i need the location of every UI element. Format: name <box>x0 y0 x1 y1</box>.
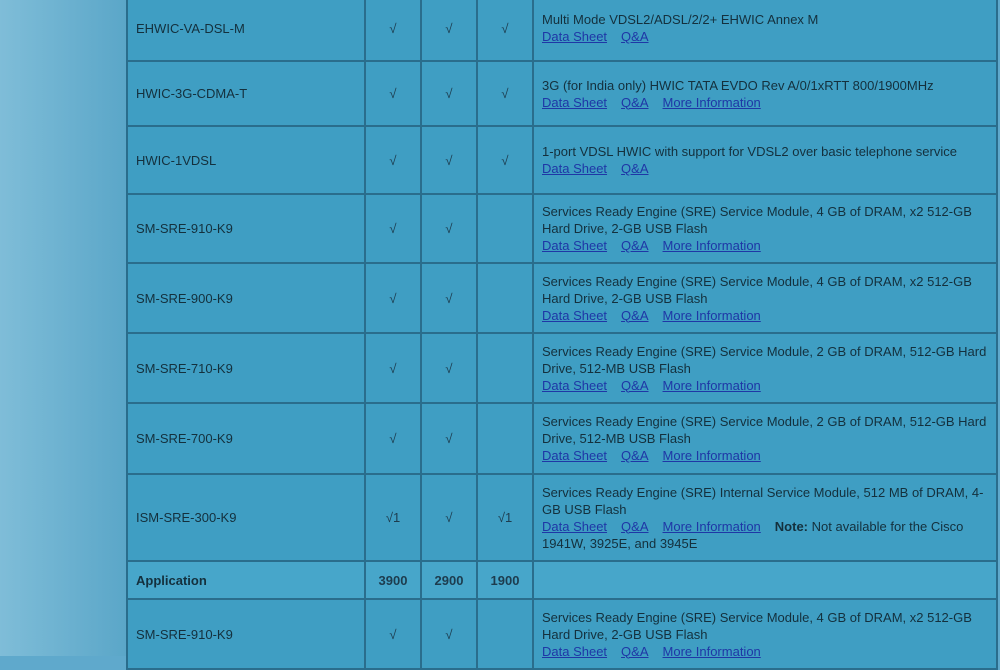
data-sheet-link[interactable]: Data Sheet <box>542 95 607 110</box>
qa-link[interactable]: Q&A <box>621 161 648 176</box>
product-id: SM-SRE-910-K9 <box>126 193 366 264</box>
support-check: √1 <box>476 473 534 562</box>
support-check <box>476 402 534 475</box>
support-check <box>476 193 534 264</box>
more-information-link[interactable]: More Information <box>663 448 761 463</box>
product-id: EHWIC-VA-DSL-M <box>126 0 366 62</box>
description-cell: 1-port VDSL HWIC with support for VDSL2 … <box>532 125 998 195</box>
description-cell: Multi Mode VDSL2/ADSL/2/2+ EHWIC Annex M… <box>532 0 998 62</box>
table-row: HWIC-1VDSL √ √ √ 1-port VDSL HWIC with suppo… <box>126 125 998 195</box>
table-row: SM-SRE-910-K9 √ √ Services Ready Engine (SR… <box>126 193 998 264</box>
qa-link[interactable]: Q&A <box>621 29 648 44</box>
support-check: √ <box>364 125 422 195</box>
support-check: √ <box>420 262 478 334</box>
description: Services Ready Engine (SRE) Service Modu… <box>542 343 987 376</box>
support-check: √ <box>364 0 422 62</box>
description-cell: Services Ready Engine (SRE) Service Modu… <box>532 598 998 670</box>
description-cell: Services Ready Engine (SRE) Internal Ser… <box>532 473 998 562</box>
header-platform: 1900 <box>476 560 534 600</box>
more-information-link[interactable]: More Information <box>663 378 761 393</box>
qa-link[interactable]: Q&A <box>621 448 648 463</box>
description-cell: 3G (for India only) HWIC TATA EVDO Rev A… <box>532 60 998 127</box>
qa-link[interactable]: Q&A <box>621 519 648 534</box>
page-margin <box>0 0 128 656</box>
support-check <box>476 262 534 334</box>
support-check: √ <box>420 0 478 62</box>
description-cell: Services Ready Engine (SRE) Service Modu… <box>532 193 998 264</box>
support-check: √ <box>364 60 422 127</box>
support-check <box>476 598 534 670</box>
product-id: SM-SRE-910-K9 <box>126 598 366 670</box>
qa-link[interactable]: Q&A <box>621 95 648 110</box>
data-sheet-link[interactable]: Data Sheet <box>542 448 607 463</box>
support-check: √ <box>420 402 478 475</box>
description-cell: Services Ready Engine (SRE) Service Modu… <box>532 332 998 404</box>
table-row: SM-SRE-900-K9 √ √ Services Ready Engine (SR… <box>126 262 998 334</box>
support-check: √ <box>364 262 422 334</box>
support-check: √ <box>420 193 478 264</box>
more-information-link[interactable]: More Information <box>663 308 761 323</box>
table-row: EHWIC-VA-DSL-M √ √ √ Multi Mode VDSL2/ADSL/2… <box>126 0 998 62</box>
product-id: SM-SRE-710-K9 <box>126 332 366 404</box>
description: 1-port VDSL HWIC with support for VDSL2 … <box>542 144 957 159</box>
description: 3G (for India only) HWIC TATA EVDO Rev A… <box>542 77 934 93</box>
data-sheet-link[interactable]: Data Sheet <box>542 644 607 659</box>
data-sheet-link[interactable]: Data Sheet <box>542 308 607 323</box>
support-check: √1 <box>364 473 422 562</box>
support-check: √ <box>420 60 478 127</box>
product-id: ISM-SRE-300-K9 <box>126 473 366 562</box>
description: Services Ready Engine (SRE) Service Modu… <box>542 273 972 306</box>
description: Services Ready Engine (SRE) Service Modu… <box>542 414 987 446</box>
description-cell: Services Ready Engine (SRE) Service Modu… <box>532 262 998 334</box>
more-information-link[interactable]: More Information <box>663 95 761 110</box>
description: Services Ready Engine (SRE) Service Modu… <box>542 204 972 236</box>
support-check: √ <box>364 402 422 475</box>
module-table: EHWIC-VA-DSL-M √ √ √ Multi Mode VDSL2/ADSL/2… <box>126 0 998 670</box>
table-row: SM-SRE-910-K9 √ √ Services Ready Engine (SR… <box>126 598 998 670</box>
header-platform: 3900 <box>364 560 422 600</box>
data-sheet-link[interactable]: Data Sheet <box>542 29 607 44</box>
note-label: Note: <box>774 518 808 534</box>
support-check: √ <box>364 598 422 670</box>
support-check <box>476 332 534 404</box>
table-row: SM-SRE-700-K9 √ √ Services Ready Engine (SR… <box>126 402 998 475</box>
description: Services Ready Engine (SRE) Internal Ser… <box>542 484 984 517</box>
header-application: Application <box>126 560 366 600</box>
data-sheet-link[interactable]: Data Sheet <box>542 161 607 176</box>
more-information-link[interactable]: More Information <box>663 519 761 534</box>
table-row: ISM-SRE-300-K9 √1 √ √1 Services Ready Engine… <box>126 473 998 562</box>
table-row: SM-SRE-710-K9 √ √ Services Ready Engine (SR… <box>126 332 998 404</box>
more-information-link[interactable]: More Information <box>663 238 761 253</box>
support-check: √ <box>364 332 422 404</box>
description-cell: Services Ready Engine (SRE) Service Modu… <box>532 402 998 475</box>
support-check: √ <box>420 125 478 195</box>
support-check: √ <box>476 60 534 127</box>
qa-link[interactable]: Q&A <box>621 238 648 253</box>
more-information-link[interactable]: More Information <box>663 644 761 659</box>
product-id: HWIC-3G-CDMA-T <box>126 60 366 127</box>
qa-link[interactable]: Q&A <box>621 308 648 323</box>
header-empty <box>532 560 998 600</box>
support-check: √ <box>420 598 478 670</box>
qa-link[interactable]: Q&A <box>621 644 648 659</box>
product-id: SM-SRE-900-K9 <box>126 262 366 334</box>
support-check: √ <box>476 125 534 195</box>
support-check: √ <box>420 332 478 404</box>
table-row: HWIC-3G-CDMA-T √ √ √ 3G (for India only) HWI… <box>126 60 998 127</box>
support-check: √ <box>420 473 478 562</box>
description: Services Ready Engine (SRE) Service Modu… <box>542 609 972 642</box>
header-platform: 2900 <box>420 560 478 600</box>
support-check: √ <box>364 193 422 264</box>
description: Multi Mode VDSL2/ADSL/2/2+ EHWIC Annex M <box>542 12 819 27</box>
product-id: SM-SRE-700-K9 <box>126 402 366 475</box>
data-sheet-link[interactable]: Data Sheet <box>542 238 607 253</box>
product-id: HWIC-1VDSL <box>126 125 366 195</box>
table-header-row: Application 3900 2900 1900 <box>126 560 998 600</box>
support-check: √ <box>476 0 534 62</box>
qa-link[interactable]: Q&A <box>621 378 648 393</box>
data-sheet-link[interactable]: Data Sheet <box>542 378 607 393</box>
data-sheet-link[interactable]: Data Sheet <box>542 519 607 534</box>
